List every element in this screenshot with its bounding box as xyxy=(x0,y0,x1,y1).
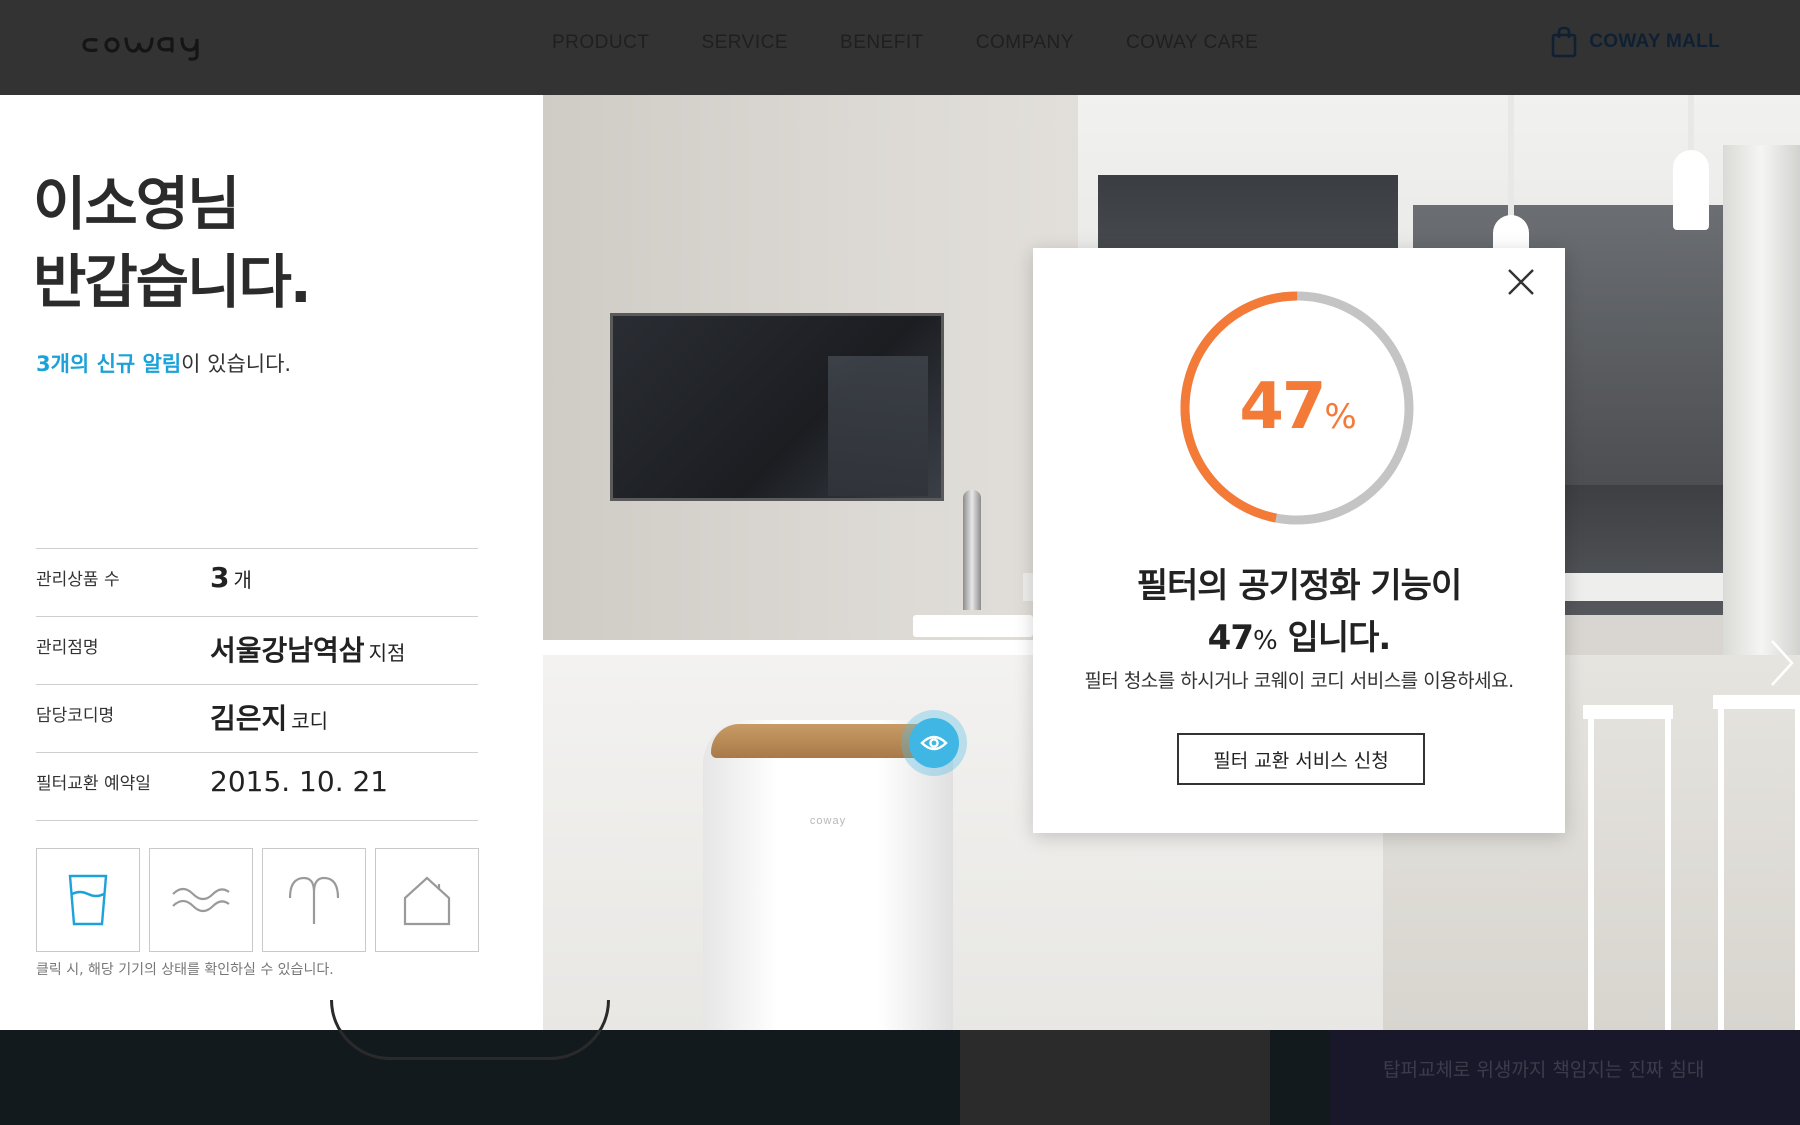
bidet-icon xyxy=(288,876,340,924)
bar-stool xyxy=(1583,705,1673,719)
pendant-cord xyxy=(1688,95,1694,155)
greeting-line-2: 반갑습니다. xyxy=(33,248,312,316)
promo-panel[interactable]: 탑퍼교체로 위생까지 책임지는 진짜 침대 xyxy=(1330,1030,1800,1125)
filter-service-request-button[interactable]: 필터 교환 서비스 신청 xyxy=(1177,733,1425,785)
coway-mall-label: COWAY MALL xyxy=(1589,31,1720,52)
info-label: 필터교환 예약일 xyxy=(36,774,151,794)
coway-mall-link[interactable]: COWAY MALL xyxy=(1551,26,1720,58)
info-value: 서울강남역삼 지점 xyxy=(210,629,405,669)
info-value: 2015. 10. 21 xyxy=(210,765,388,798)
coway-logo[interactable] xyxy=(80,26,240,62)
tv-reflection xyxy=(828,356,928,496)
gauge-readout: 47% xyxy=(1177,370,1417,444)
popup-title-value: 47 xyxy=(1207,618,1254,658)
scene-tv xyxy=(610,313,944,501)
popup-title-line-2: 47% 입니다. xyxy=(1033,612,1565,667)
popup-title-line-1: 필터의 공기정화 기능이 xyxy=(1136,566,1462,606)
info-unit: 코디 xyxy=(291,709,329,733)
eye-button-core xyxy=(909,718,959,768)
info-row-product-count: 관리상품 수 3개 xyxy=(36,549,478,617)
info-value-number: 3 xyxy=(210,561,230,594)
popup-title-unit: % xyxy=(1253,626,1278,656)
info-label: 담당코디명 xyxy=(36,706,115,726)
info-label: 관리점명 xyxy=(36,638,99,658)
pendant-cord xyxy=(1508,95,1514,225)
scene-sink xyxy=(913,615,1033,637)
nav-service[interactable]: SERVICE xyxy=(701,32,788,54)
account-info-table: 관리상품 수 3개 관리점명 서울강남역삼 지점 담당코디명 김은지 코디 필터교환… xyxy=(36,548,478,821)
greeting-heading: 이소영님 반갑습니다. xyxy=(33,165,312,321)
bar-stool-leg xyxy=(1588,715,1594,1030)
info-row-branch: 관리점명 서울강남역삼 지점 xyxy=(36,617,478,685)
device-hint-text: 클릭 시, 해당 기기의 상태를 확인하실 수 있습니다. xyxy=(36,962,334,978)
device-icon-row xyxy=(36,848,479,952)
popup-title: 필터의 공기정화 기능이 47% 입니다. xyxy=(1033,560,1565,667)
info-unit: 개 xyxy=(233,568,252,592)
nav-product[interactable]: PRODUCT xyxy=(552,32,649,54)
greeting-line-1: 이소영님 xyxy=(33,170,240,238)
notification-count-link[interactable]: 3개의 신규 알림 xyxy=(36,352,181,376)
main-nav: PRODUCT SERVICE BENEFIT COMPANY COWAY CA… xyxy=(552,32,1310,54)
filter-status-popup: 47% 필터의 공기정화 기능이 47% 입니다. 필터 청소를 하시거나 코웨… xyxy=(1033,248,1565,833)
device-water-purifier-button[interactable] xyxy=(36,848,140,952)
pendant-lamp xyxy=(1673,150,1709,230)
eye-icon xyxy=(920,735,948,751)
device-air-purifier-button[interactable] xyxy=(149,848,253,952)
close-icon[interactable] xyxy=(1501,262,1541,302)
nav-company[interactable]: COMPANY xyxy=(976,32,1074,54)
device-home-button[interactable] xyxy=(375,848,479,952)
scene-faucet xyxy=(963,490,981,610)
top-header: PRODUCT SERVICE BENEFIT COMPANY COWAY CA… xyxy=(0,0,1800,95)
home-icon xyxy=(403,876,451,926)
device-bidet-button[interactable] xyxy=(262,848,366,952)
bar-stool xyxy=(1713,695,1800,709)
bar-stool-leg xyxy=(1718,705,1724,1030)
nav-benefit[interactable]: BENEFIT xyxy=(840,32,924,54)
info-value: 김은지 코디 xyxy=(210,697,328,737)
popup-title-rest: 입니다. xyxy=(1276,618,1392,658)
purifier-brand: coway xyxy=(809,815,847,827)
view-device-status-button[interactable] xyxy=(901,710,967,776)
notification-text: 이 있습니다. xyxy=(181,352,292,376)
promo-product-edge xyxy=(330,1000,610,1060)
info-row-filter-date: 필터교환 예약일 2015. 10. 21 xyxy=(36,753,478,821)
filter-gauge: 47% xyxy=(1177,288,1417,528)
info-row-codi: 담당코디명 김은지 코디 xyxy=(36,685,478,753)
gauge-unit: % xyxy=(1324,397,1356,437)
info-label: 관리상품 수 xyxy=(36,570,120,590)
info-value-text: 서울강남역삼 xyxy=(210,634,365,667)
chevron-right-icon[interactable] xyxy=(1766,635,1798,691)
bar-stool-leg xyxy=(1795,705,1800,1030)
nav-coway-care[interactable]: COWAY CARE xyxy=(1126,32,1258,54)
info-unit: 지점 xyxy=(368,641,406,665)
user-info-panel: 이소영님 반갑습니다. 3개의 신규 알림이 있습니다. 관리상품 수 3개 관… xyxy=(0,95,543,1030)
notification-summary: 3개의 신규 알림이 있습니다. xyxy=(36,348,291,378)
info-value: 3개 xyxy=(210,561,252,594)
popup-description: 필터 청소를 하시거나 코웨이 코디 서비스를 이용하세요. xyxy=(1084,670,1514,692)
promo-caption: 탑퍼교체로 위생까지 책임지는 진짜 침대 xyxy=(1383,1059,1705,1081)
info-value-date: 2015. 10. 21 xyxy=(210,765,389,798)
bottom-promo-strip: 탑퍼교체로 위생까지 책임지는 진짜 침대 xyxy=(0,1000,1800,1125)
bar-stool-leg xyxy=(1665,715,1671,1030)
promo-panel xyxy=(960,1030,1270,1125)
water-cup-icon xyxy=(68,874,108,926)
air-wave-icon xyxy=(172,887,230,913)
shopping-bag-icon xyxy=(1551,26,1577,58)
info-value-text: 김은지 xyxy=(210,702,288,735)
gauge-value: 47 xyxy=(1239,370,1326,444)
